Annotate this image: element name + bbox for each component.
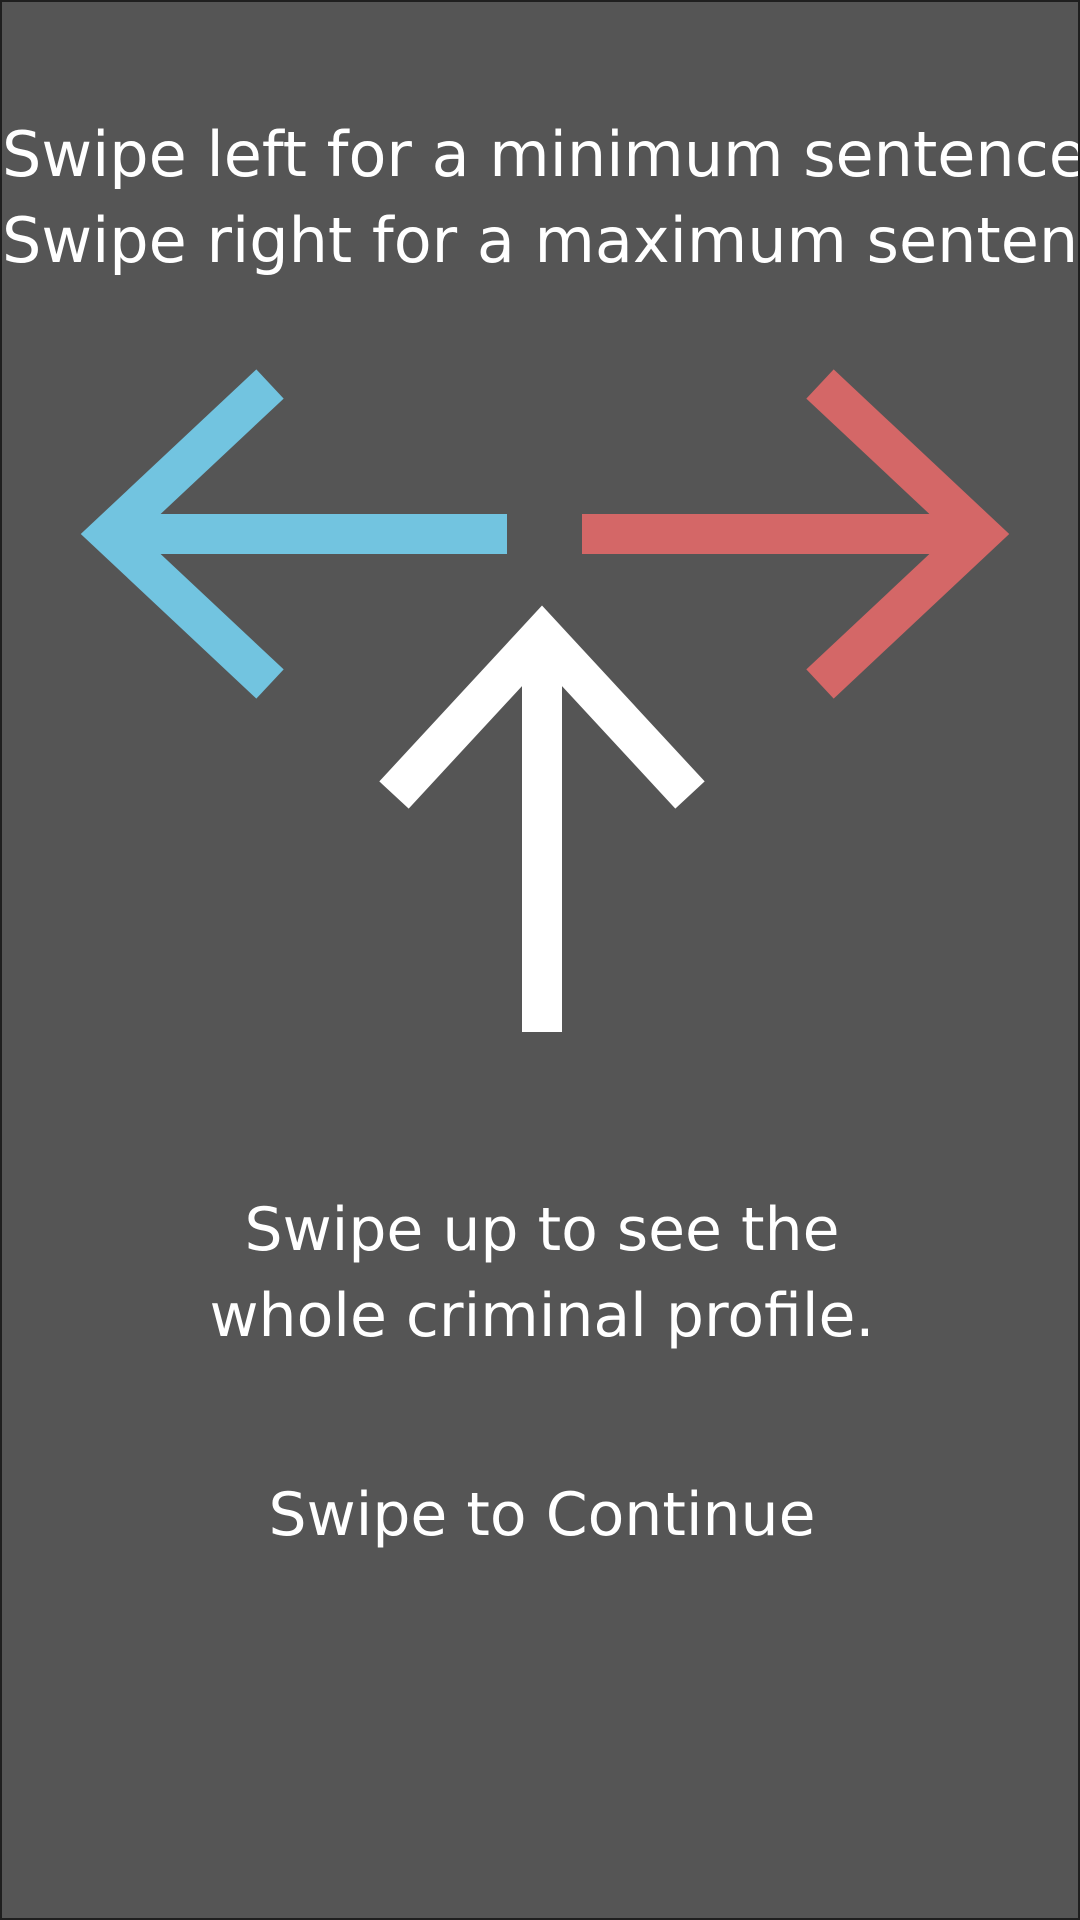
swipe-up-line-1: Swipe up to see the	[244, 1195, 840, 1265]
swipe-arrows	[80, 369, 1010, 1032]
swipe-up-instruction: Swipe up to see the whole criminal profi…	[2, 1187, 1078, 1359]
arrow-up-icon	[379, 605, 705, 1032]
arrow-left-icon	[80, 369, 507, 699]
arrow-right-icon	[582, 369, 1010, 699]
swipe-to-continue-prompt[interactable]: Swipe to Continue	[2, 1472, 1078, 1558]
swipe-up-line-2: whole criminal profile.	[209, 1281, 875, 1351]
tutorial-screen[interactable]: Swipe left for a minimum sentence Swipe …	[0, 0, 1080, 1920]
